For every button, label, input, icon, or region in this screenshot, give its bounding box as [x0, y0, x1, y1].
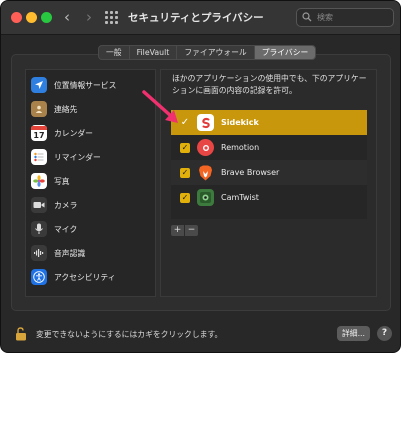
sidebar-item-label: マイク [54, 224, 78, 234]
pink-pointer-arrow-icon [142, 90, 178, 123]
help-button[interactable]: ? [377, 326, 392, 341]
sidebar-item-camera[interactable]: カメラ [31, 195, 153, 215]
search-placeholder: 検索 [317, 13, 333, 22]
window-title: セキュリティとプライバシー [128, 12, 264, 24]
sidebar-item-accessibility[interactable]: アクセシビリティ [31, 267, 153, 287]
camtwist-app-icon [197, 189, 214, 206]
search-field[interactable]: 検索 [296, 8, 394, 27]
app-checkbox[interactable]: ✓ [180, 192, 190, 203]
app-checkbox[interactable]: ✓ [180, 117, 190, 128]
brave-lion-icon [197, 164, 214, 181]
privacy-category-list: 位置情報サービス 連絡先 17 カレンダー リマインダー 写真 カメラ マイク … [25, 69, 156, 297]
app-checkbox[interactable]: ✓ [180, 167, 190, 178]
advanced-button[interactable]: 詳細... [337, 326, 370, 341]
sidebar-item-contacts[interactable]: 連絡先 [31, 99, 153, 119]
app-name: Remotion [221, 143, 260, 152]
remotion-app-icon [197, 139, 214, 156]
minimize-window-button[interactable] [26, 12, 37, 23]
app-list[interactable]: ✓ Sidekick ✓ Remotion ✓ Brave Browser ✓ [171, 110, 367, 219]
lock-instruction-text: 変更できないようにするにはカギをクリックします。 [36, 330, 223, 339]
preferences-window: ‹ › セキュリティとプライバシー 検索 一般 FileVault ファイアウォ… [0, 0, 401, 353]
app-row-brave-browser[interactable]: ✓ Brave Browser [171, 160, 367, 185]
tab-filevault[interactable]: FileVault [130, 46, 178, 59]
tab-privacy[interactable]: プライバシー [254, 46, 316, 59]
app-name: Sidekick [221, 118, 259, 127]
close-window-button[interactable] [11, 12, 22, 23]
sidebar-item-calendar[interactable]: 17 カレンダー [31, 123, 153, 143]
back-button[interactable]: ‹ [58, 8, 76, 26]
app-checkbox[interactable]: ✓ [180, 142, 190, 153]
tab-bar: 一般 FileVault ファイアウォール プライバシー [98, 45, 317, 60]
sidebar-item-label: アクセシビリティ [54, 272, 116, 282]
photos-flower-icon [31, 173, 47, 189]
add-app-button[interactable]: + [171, 225, 184, 236]
sidebar-item-label: 連絡先 [54, 104, 78, 114]
app-name: CamTwist [221, 193, 259, 202]
search-icon [302, 12, 312, 22]
sidebar-item-label: カメラ [54, 200, 78, 210]
show-all-grid-icon[interactable] [105, 11, 118, 24]
app-row-camtwist[interactable]: ✓ CamTwist [171, 185, 367, 210]
location-arrow-icon [31, 77, 47, 93]
tab-general[interactable]: 一般 [99, 46, 130, 59]
sidebar-item-label: 位置情報サービス [54, 80, 117, 90]
reminders-icon [31, 149, 47, 165]
zoom-window-button[interactable] [41, 12, 52, 23]
title-bar: ‹ › セキュリティとプライバシー 検索 [1, 1, 400, 35]
app-row-partial[interactable] [171, 210, 367, 219]
remove-app-button[interactable]: − [185, 225, 198, 236]
sidebar-item-label: リマインダー [54, 152, 101, 162]
app-name: Brave Browser [221, 168, 280, 177]
calendar-day-number: 17 [33, 130, 45, 140]
camera-icon [31, 197, 47, 213]
sidebar-item-label: カレンダー [54, 128, 93, 138]
sidebar-item-speech-recognition[interactable]: 音声認識 [31, 243, 153, 263]
sidebar-item-reminders[interactable]: リマインダー [31, 147, 153, 167]
permission-description: ほかのアプリケーションの使用中でも、下のアプリケーションに画面の内容の記録を許可… [172, 74, 367, 95]
sidebar-item-label: 写真 [54, 176, 70, 186]
unlocked-padlock-icon[interactable] [15, 327, 27, 341]
app-row-remotion[interactable]: ✓ Remotion [171, 135, 367, 160]
app-row-sidekick[interactable]: ✓ Sidekick [171, 110, 367, 135]
tab-firewall[interactable]: ファイアウォール [177, 46, 255, 59]
sidekick-app-icon [197, 114, 214, 131]
sidebar-item-photos[interactable]: 写真 [31, 171, 153, 191]
contacts-book-icon [31, 101, 47, 117]
microphone-icon [31, 221, 47, 237]
sidebar-item-label: 音声認識 [54, 248, 86, 258]
sidebar-item-location-services[interactable]: 位置情報サービス [31, 75, 153, 95]
accessibility-icon [31, 269, 47, 285]
sidebar-item-microphone[interactable]: マイク [31, 219, 153, 239]
waveform-icon [31, 245, 47, 261]
forward-button[interactable]: › [80, 8, 98, 26]
calendar-icon: 17 [31, 125, 47, 141]
